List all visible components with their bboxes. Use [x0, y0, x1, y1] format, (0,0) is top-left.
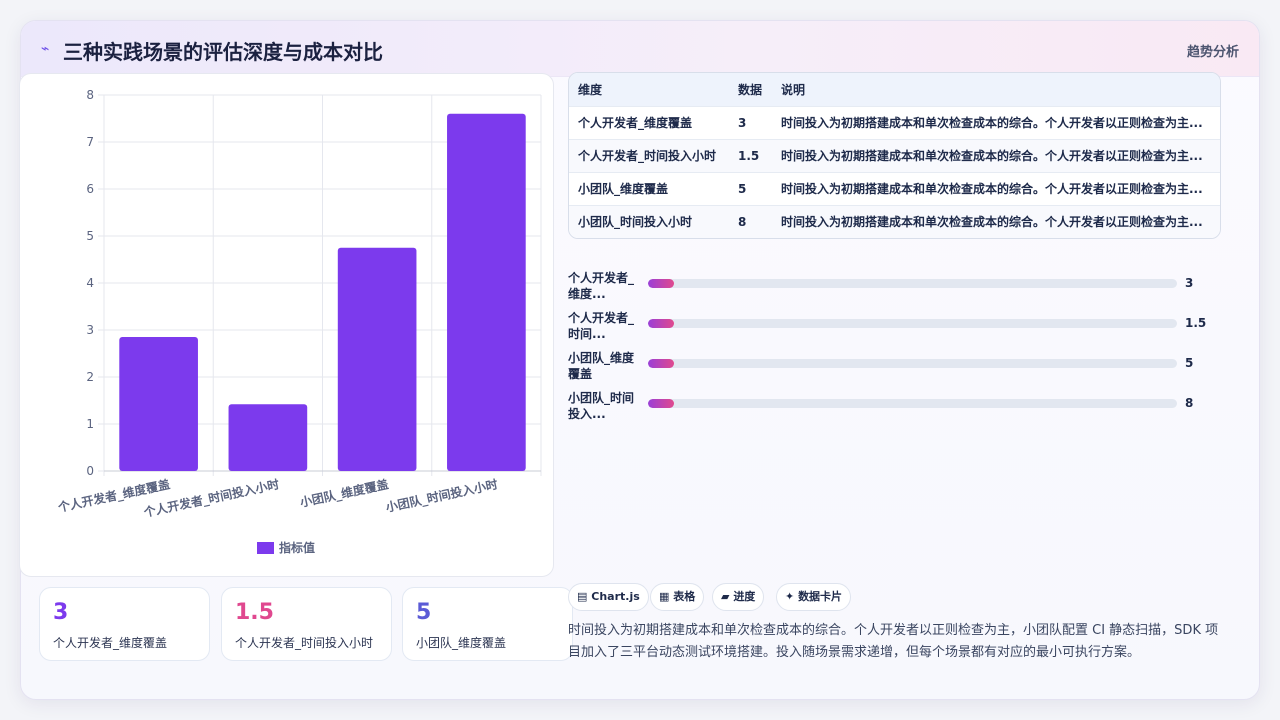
progress-value: 3: [1185, 276, 1194, 290]
trend-icon: ⌁: [41, 41, 50, 57]
table-cell: 小团队_时间投入小时: [578, 215, 693, 230]
y-tick-label: 6: [86, 182, 94, 196]
stat-card-1: 3 个人开发者_维度覆盖: [39, 587, 210, 661]
y-tick-label: 1: [86, 417, 94, 431]
x-tick-label: 小团队_时间投入小时: [384, 476, 499, 515]
stat-value: 5: [416, 600, 432, 625]
progress-value: 8: [1185, 396, 1194, 410]
y-tick-label: 7: [86, 135, 94, 149]
bar[interactable]: [337, 247, 417, 471]
progress-value: 1.5: [1185, 316, 1207, 330]
table-header-row: 维度 数据 说明: [569, 73, 1220, 106]
progress-value: 5: [1185, 356, 1194, 370]
y-tick-label: 5: [86, 229, 94, 243]
y-tick-label: 4: [86, 276, 94, 290]
progress-label: 个人开发者_时间...: [568, 311, 635, 341]
chart-icon: ▤: [577, 590, 588, 603]
progress-label: 小团队_时间投入...: [568, 391, 635, 421]
stat-value: 1.5: [235, 600, 274, 625]
progress-row: 个人开发者_维度... 3: [568, 270, 1218, 304]
table-row: 小团队_时间投入小时 8 时间投入为初期搭建成本和单次检查成本的综合。个人开发者…: [569, 205, 1220, 238]
table-cell: 1.5: [738, 148, 760, 163]
progress-track: [648, 319, 1177, 328]
bar-chart-svg: 012345678个人开发者_维度覆盖个人开发者_时间投入小时 小团队_维度覆盖小…: [56, 88, 542, 555]
progress-label: 个人开发者_维度...: [568, 271, 635, 301]
table-cell: 时间投入为初期搭建成本和单次检查成本的综合。个人开发者以正则检查为主...: [781, 116, 1203, 130]
table-cell: 个人开发者_时间投入小时: [578, 149, 717, 163]
y-tick-label: 0: [86, 464, 94, 478]
trend-analysis-tag[interactable]: 趋势分析: [1187, 41, 1239, 60]
column-header: 维度: [578, 82, 603, 97]
stat-label: 个人开发者_维度覆盖: [53, 636, 168, 650]
y-tick-label: 8: [86, 88, 94, 102]
stat-card-3: 5 小团队_维度覆盖: [402, 587, 573, 661]
column-header: 数据: [738, 82, 763, 97]
progress-row: 小团队_维度覆盖 5: [568, 350, 1218, 384]
progress-fill: [648, 279, 675, 288]
header-bar: ⌁ 三种实践场景的评估深度与成本对比 趋势分析: [21, 21, 1259, 77]
table-cell: 8: [738, 214, 747, 229]
progress-fill: [648, 319, 675, 328]
column-header: 说明: [781, 82, 806, 97]
chip-progress[interactable]: ▰ 进度: [712, 583, 765, 611]
stat-value: 3: [53, 600, 69, 625]
table-cell: 3: [738, 115, 747, 130]
progress-fill: [648, 359, 675, 368]
progress-row: 小团队_时间投入... 8: [568, 390, 1218, 424]
stat-label: 小团队_维度覆盖: [416, 636, 507, 650]
progress-icon: ▰: [721, 590, 730, 603]
y-tick-label: 3: [86, 323, 94, 337]
table-cell: 5: [738, 181, 747, 196]
bar[interactable]: [228, 404, 308, 471]
table-cell: 小团队_维度覆盖: [578, 182, 669, 196]
chip-label: Chart.js: [591, 590, 640, 603]
bar[interactable]: [119, 337, 198, 471]
progress-track: [648, 399, 1177, 408]
y-tick-label: 2: [86, 370, 94, 384]
table-icon: ▦: [659, 590, 670, 603]
table-row: 小团队_维度覆盖 5 时间投入为初期搭建成本和单次检查成本的综合。个人开发者以正…: [569, 172, 1220, 205]
chip-table[interactable]: ▦ 表格: [650, 583, 705, 611]
description-text: 时间投入为初期搭建成本和单次检查成本的综合。个人开发者以正则检查为主，小团队配置…: [568, 623, 1219, 660]
legend-swatch[interactable]: [257, 542, 274, 554]
table-cell: 时间投入为初期搭建成本和单次检查成本的综合。个人开发者以正则检查为主...: [781, 149, 1203, 163]
table-cell: 时间投入为初期搭建成本和单次检查成本的综合。个人开发者以正则检查为主...: [781, 215, 1203, 230]
progress-row: 个人开发者_时间... 1.5: [568, 310, 1218, 344]
legend-label[interactable]: 指标值: [279, 540, 315, 555]
chip-label: 进度: [733, 590, 756, 603]
stat-label: 个人开发者_时间投入小时: [235, 636, 374, 650]
progress-track: [648, 279, 1177, 288]
chip-label: 数据卡片: [798, 590, 843, 603]
table-cell: 个人开发者_维度覆盖: [578, 116, 693, 130]
table-row: 个人开发者_时间投入小时 1.5 时间投入为初期搭建成本和单次检查成本的综合。个…: [569, 139, 1220, 172]
sparkle-icon: ✦: [785, 590, 795, 603]
table-row: 个人开发者_维度覆盖 3 时间投入为初期搭建成本和单次检查成本的综合。个人开发者…: [569, 106, 1220, 139]
progress-track: [648, 359, 1177, 368]
x-tick-label: 小团队_维度覆盖: [299, 476, 390, 510]
chip-label: 表格: [673, 590, 696, 603]
stat-card-2: 1.5 个人开发者_时间投入小时: [221, 587, 392, 661]
progress-fill: [648, 399, 675, 408]
bar-chart: 0 1 2 3 4 5 6 7 8 个人开发者_维度覆盖 个人开发者_时间投入小时 小团队_维度覆盖小…: [19, 73, 554, 577]
bar[interactable]: [447, 113, 526, 472]
chip-data-card[interactable]: ✦ 数据卡片: [776, 583, 852, 611]
page-title: 三种实践场景的评估深度与成本对比: [63, 40, 383, 64]
data-table: 维度 数据 说明 个人开发者_维度覆盖 3 时间投入为初期搭建成本和单次检查成本…: [568, 72, 1221, 239]
progress-label: 小团队_维度覆盖: [568, 351, 635, 381]
table-cell: 时间投入为初期搭建成本和单次检查成本的综合。个人开发者以正则检查为主...: [781, 182, 1203, 196]
chip-chartjs[interactable]: ▤ Chart.js: [568, 583, 649, 611]
